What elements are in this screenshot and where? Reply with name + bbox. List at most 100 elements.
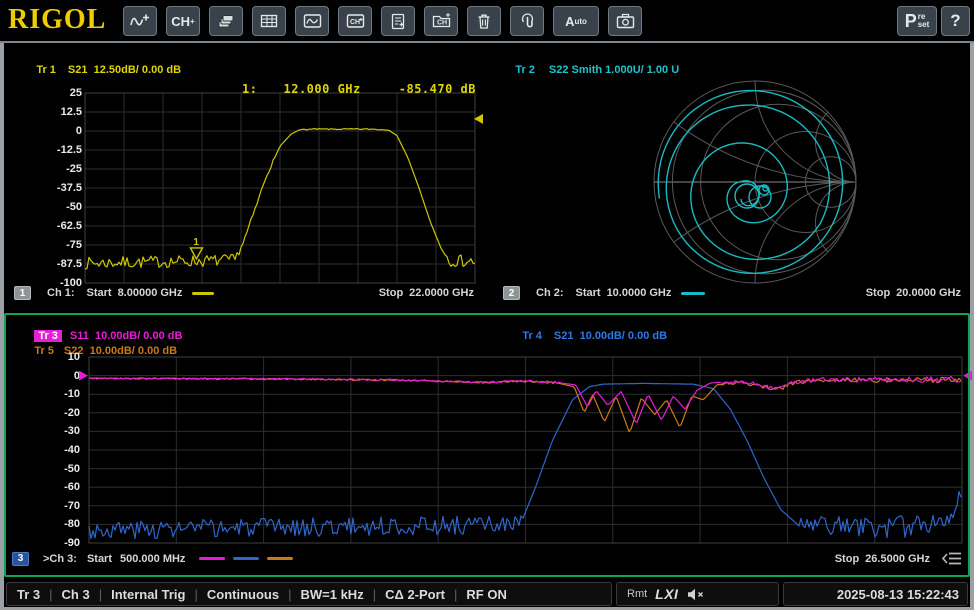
file-channel-icon: CH <box>432 13 451 29</box>
window-trace-button[interactable] <box>295 6 329 36</box>
ch1-footer: 1 Ch 1: Start 8.00000 GHz Stop 22.0000 G… <box>14 286 474 300</box>
layout-button[interactable] <box>209 6 243 36</box>
file-channel-button[interactable]: CH <box>424 6 458 36</box>
y-tick: 10 <box>28 351 80 363</box>
y-tick: -70 <box>28 500 80 512</box>
layout-icon <box>217 13 235 30</box>
auto-scale-button-label: A <box>565 14 574 29</box>
ch2-stop-value: 20.0000 GHz <box>896 287 961 299</box>
ch3-badge[interactable]: 3 <box>12 552 29 566</box>
auto-scale-button[interactable]: Auto <box>553 6 599 36</box>
ch3-footer: 3 >Ch 3: Start 500.000 MHz Stop 26.5000 … <box>12 551 962 566</box>
smith-grid <box>654 81 856 283</box>
ch2-badge[interactable]: 2 <box>503 286 520 300</box>
marker-index: 1: <box>242 82 257 96</box>
statusbar-separator: | <box>454 587 457 602</box>
ch1-stop-value: 22.0000 GHz <box>409 287 474 299</box>
ch2-start-value: 10.0000 GHz <box>607 287 672 299</box>
ch1-trace-header: Tr 1S21 12.50dB/ 0.00 dB <box>18 52 181 88</box>
speaker-muted-icon[interactable] <box>687 588 704 601</box>
ch1-marker-readout: 1: 12.000 GHz -85.470 dB <box>204 82 476 96</box>
y-tick: -90 <box>28 537 80 549</box>
window-trace-icon <box>303 13 322 29</box>
ch2-channel-label: Ch 2: <box>536 287 564 299</box>
panel-ch3[interactable]: Tr 3S11 10.00dB/ 0.00 dB Tr 5S22 10.00dB… <box>4 313 970 577</box>
preset-button[interactable]: P reset <box>897 6 937 36</box>
meas-list-button[interactable] <box>381 6 415 36</box>
statusbar-item: BW=1 kHz <box>300 587 363 602</box>
y-tick: -37.5 <box>30 182 82 194</box>
statusbar-separator: | <box>194 587 197 602</box>
panel-ch2[interactable]: Tr 2 S22 Smith 1.000U/ 1.00 U 2 Ch 2: Sta… <box>487 44 970 302</box>
ch3-stop-value: 26.5000 GHz <box>865 553 930 565</box>
y-tick: -12.5 <box>30 144 82 156</box>
ch3-tr3-color-dash <box>199 557 225 560</box>
toolbar-separator <box>0 41 974 43</box>
ch2-trace-name: Tr 2 <box>515 64 535 76</box>
ch3-stop-label: Stop <box>835 553 859 565</box>
ch1-trace-name: Tr 1 <box>36 64 56 76</box>
ch1-start-label: Start <box>87 287 112 299</box>
window-channel-button[interactable]: CH <box>338 6 372 36</box>
lxi-logo: LXI <box>655 586 678 602</box>
screenshot-button[interactable] <box>608 6 642 36</box>
ch3-tr4-name: Tr 4 <box>522 330 542 342</box>
delete-button[interactable] <box>467 6 501 36</box>
statusbar-clock: 2025-08-13 15:22:43 <box>783 582 968 606</box>
screenshot-icon <box>616 13 635 29</box>
ch3-ref-marker-left <box>79 371 88 381</box>
ch2-trace-meas: S22 Smith 1.000U/ 1.00 U <box>549 64 679 76</box>
y-tick: -50 <box>30 201 82 213</box>
ch2-smith-chart <box>650 77 862 287</box>
datetime: 2025-08-13 15:22:43 <box>837 587 959 602</box>
y-tick: -87.5 <box>30 258 82 270</box>
y-tick: -60 <box>28 481 80 493</box>
y-tick: -20 <box>28 407 80 419</box>
ch3-ref-marker-right <box>963 371 972 381</box>
statusbar-item: Ch 3 <box>62 587 90 602</box>
ch1-start-value: 8.00000 GHz <box>118 287 183 299</box>
ch1-badge[interactable]: 1 <box>14 286 31 300</box>
trace-add-button[interactable] <box>123 6 157 36</box>
ch1-trace-color-dash <box>192 292 214 295</box>
toolbar: RIGOL CH+CHCHAuto P reset ? <box>0 0 974 41</box>
y-tick: -30 <box>28 425 80 437</box>
y-tick: -75 <box>30 239 82 251</box>
touch-icon <box>519 13 536 30</box>
statusbar-item: RF ON <box>466 587 506 602</box>
y-tick: -50 <box>28 463 80 475</box>
ch3-tr4-color-dash <box>233 557 259 560</box>
help-icon: ? <box>950 11 960 31</box>
help-button[interactable]: ? <box>941 6 970 36</box>
meas-list-icon <box>390 13 406 30</box>
trace-add-icon <box>130 13 150 30</box>
preset-label-stack: reset <box>918 13 930 29</box>
channel-add-button[interactable]: CH+ <box>166 6 200 36</box>
y-tick: 12.5 <box>30 106 82 118</box>
svg-text:CH: CH <box>350 19 360 26</box>
ch2-trace-color-dash <box>681 292 705 295</box>
panel-ch1[interactable]: Tr 1S21 12.50dB/ 0.00 dB 2512.50-12.5-25… <box>4 44 487 302</box>
ch2-start-label: Start <box>576 287 601 299</box>
y-tick: -80 <box>28 518 80 530</box>
menu-collapse-icon[interactable] <box>942 551 962 566</box>
channel-add-button-label: CH <box>171 14 190 29</box>
statusbar-separator: | <box>288 587 291 602</box>
y-tick: 0 <box>30 125 82 137</box>
grid <box>85 93 475 283</box>
statusbar-system: Rmt LXI <box>616 582 779 606</box>
preset-label-main: P <box>905 11 917 32</box>
ch2-footer: 2 Ch 2: Start 10.0000 GHz Stop 20.0000 G… <box>503 286 961 300</box>
ch1-stop-label: Stop <box>379 287 403 299</box>
table-icon <box>260 13 278 29</box>
statusbar-separator: | <box>49 587 52 602</box>
touch-button[interactable] <box>510 6 544 36</box>
ch3-plot <box>77 351 974 563</box>
ch3-y-axis: 100-10-20-30-40-50-60-70-80-90 <box>28 357 80 557</box>
rigol-logo: RIGOL <box>8 4 106 36</box>
y-tick: -62.5 <box>30 220 82 232</box>
table-button[interactable] <box>252 6 286 36</box>
statusbar-item: Internal Trig <box>111 587 185 602</box>
ch3-tr4-meas: S21 10.00dB/ 0.00 dB <box>554 330 667 342</box>
statusbar-item: Continuous <box>207 587 279 602</box>
